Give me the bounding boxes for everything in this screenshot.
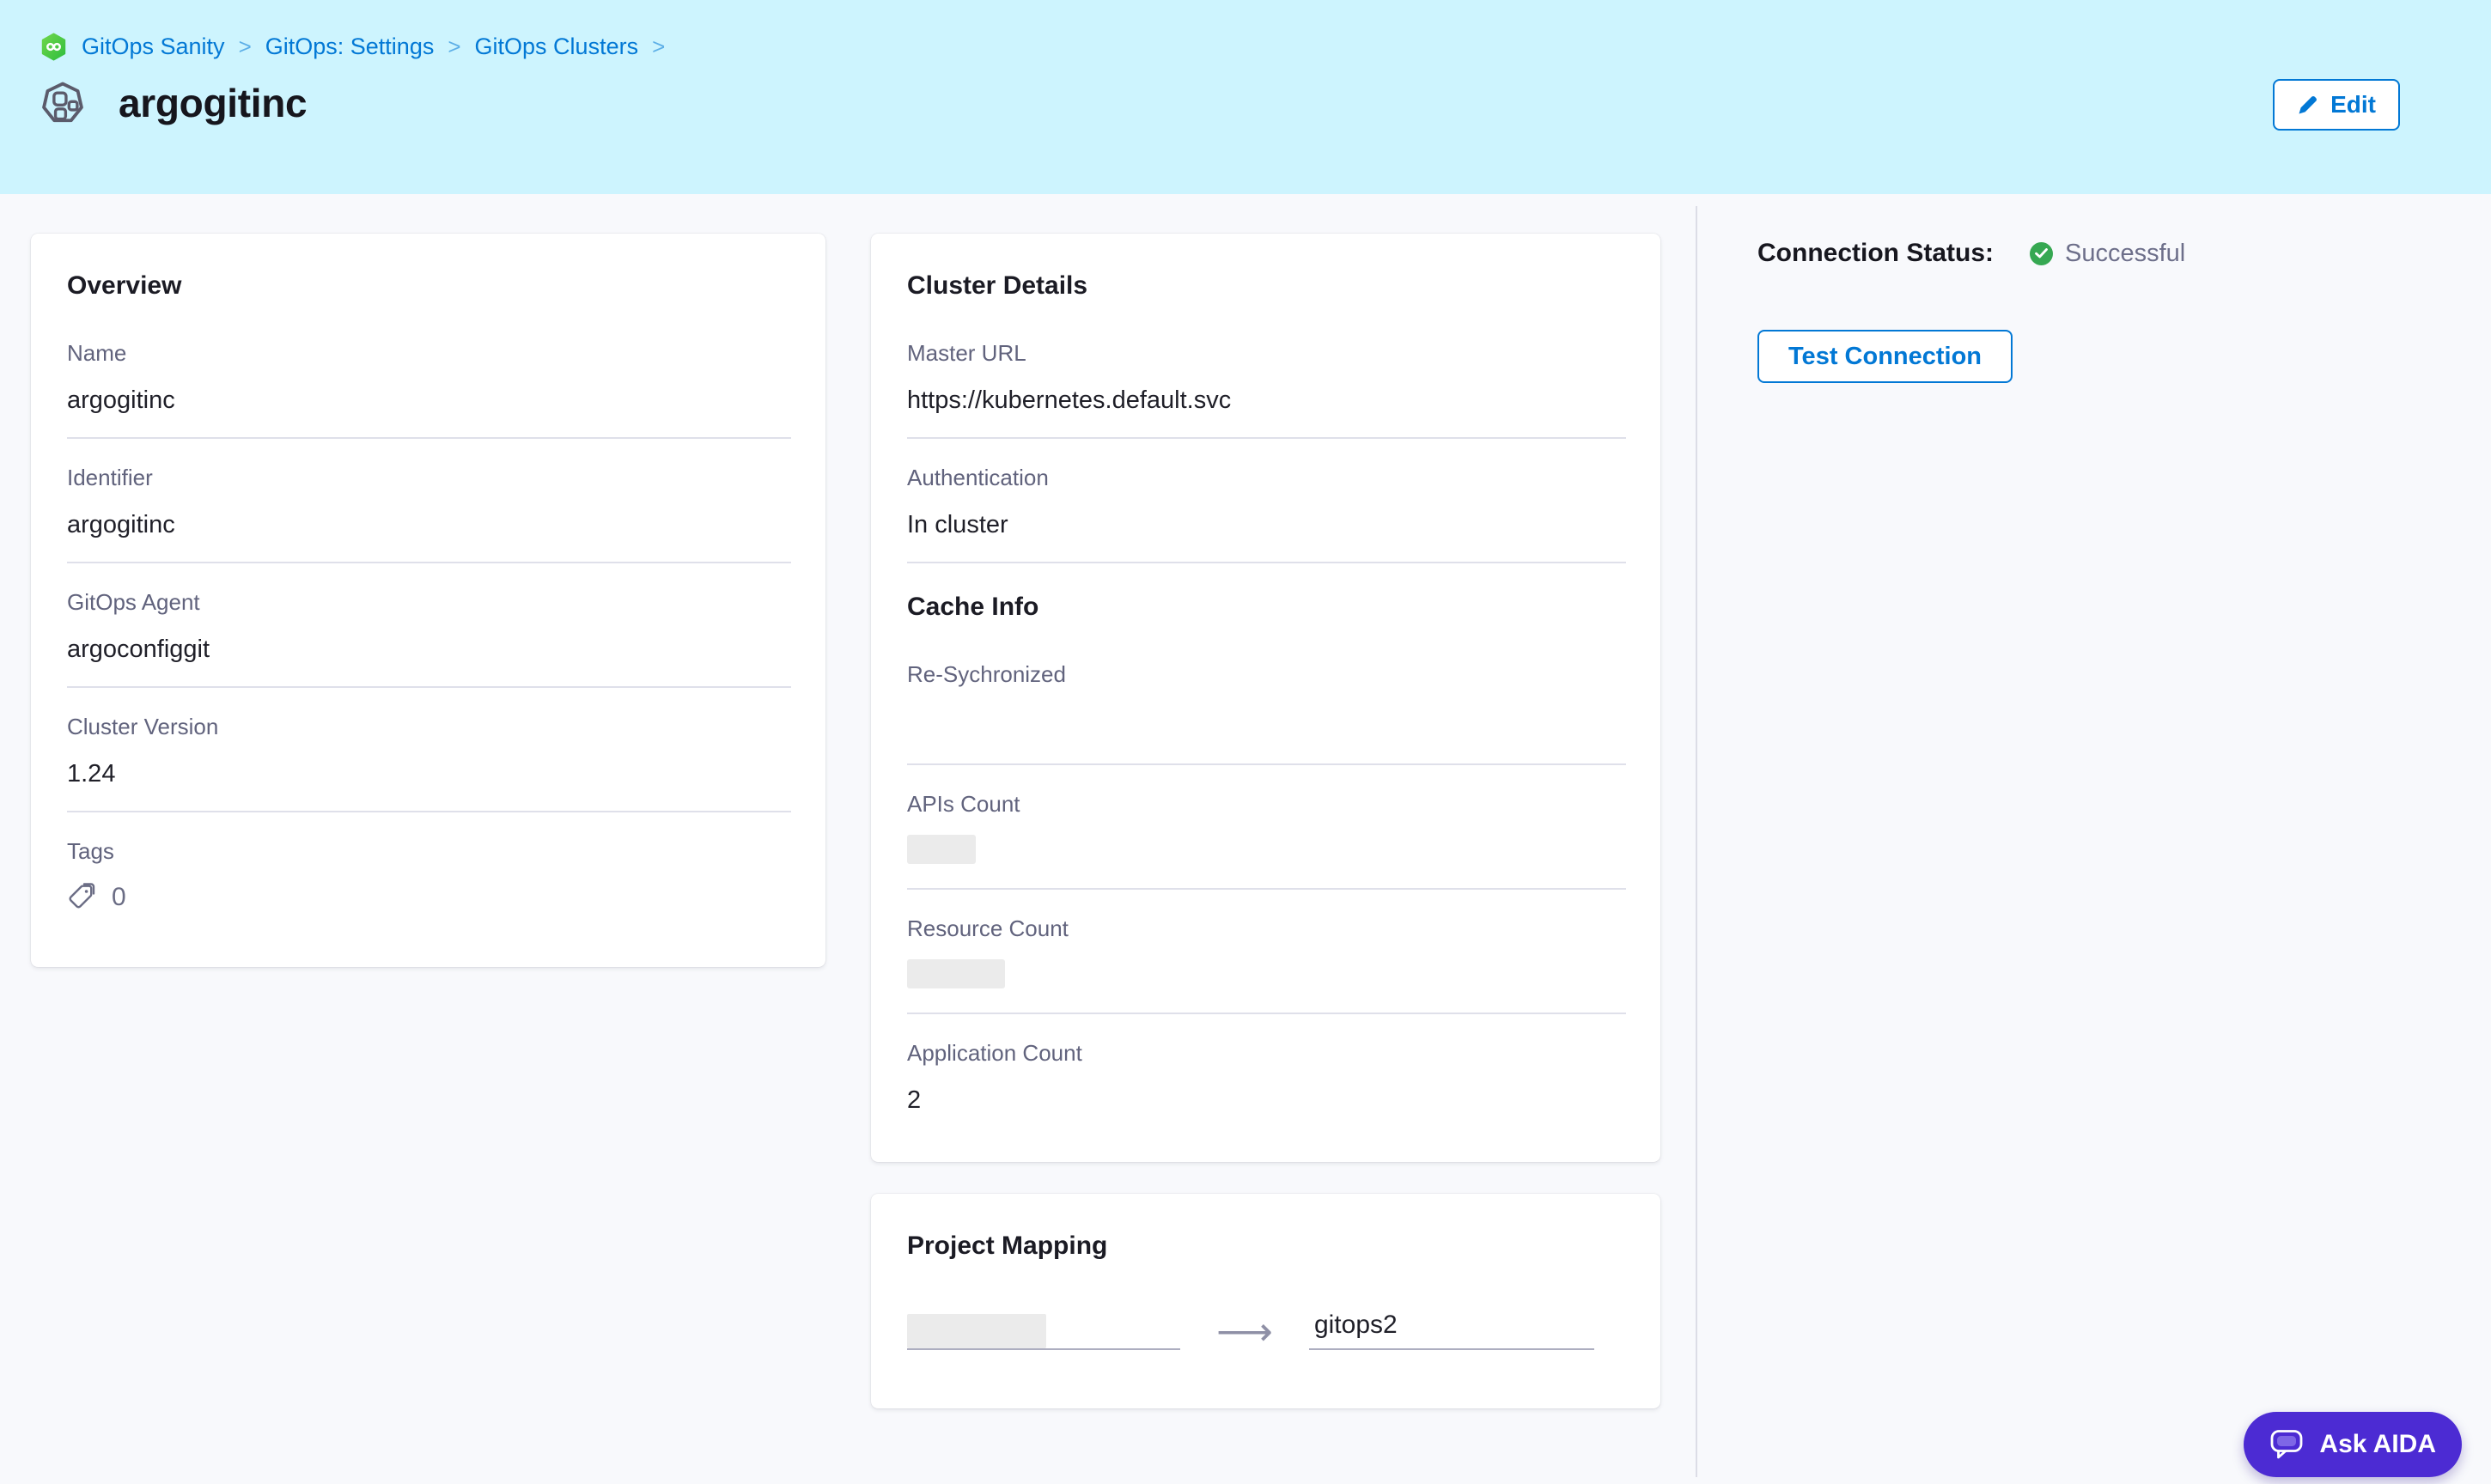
mapping-target-field[interactable]: gitops2	[1309, 1311, 1594, 1350]
overview-card: Overview Name argogitinc Identifier argo…	[31, 234, 825, 967]
field-value: 1.24	[67, 757, 791, 790]
connection-panel: Connection Status: Successful Test Conne…	[1757, 239, 2445, 383]
field-value	[907, 959, 1626, 992]
breadcrumb: GitOps Sanity > GitOps: Settings > GitOp…	[40, 0, 2491, 61]
field-resource-count: Resource Count	[907, 915, 1626, 1014]
edit-button[interactable]: Edit	[2273, 79, 2400, 131]
field-value-empty	[907, 705, 1626, 743]
field-label: APIs Count	[907, 791, 1626, 818]
field-label: Identifier	[67, 465, 791, 491]
edit-button-label: Edit	[2330, 91, 2376, 119]
title-row: argogitinc	[40, 80, 2491, 126]
field-divider	[67, 562, 791, 563]
field-label: Tags	[67, 838, 791, 865]
ask-aida-button[interactable]: Ask AIDA	[2244, 1412, 2462, 1477]
field-divider	[907, 1013, 1626, 1014]
field-application-count: Application Count 2	[907, 1040, 1626, 1116]
field-value: https://kubernetes.default.svc	[907, 384, 1626, 417]
ask-aida-label: Ask AIDA	[2319, 1430, 2436, 1459]
test-connection-button[interactable]: Test Connection	[1757, 330, 2013, 383]
field-cluster-version: Cluster Version 1.24	[67, 714, 791, 812]
field-tags: Tags 0	[67, 838, 791, 913]
field-divider	[907, 437, 1626, 439]
arrow-right-icon: ⟶	[1216, 1314, 1273, 1348]
resource-count-placeholder	[907, 959, 1005, 988]
cache-info-heading: Cache Info	[907, 593, 1626, 622]
overview-heading: Overview	[67, 271, 791, 301]
success-check-icon	[2030, 242, 2053, 265]
field-divider	[67, 811, 791, 812]
field-value: argoconfiggit	[67, 633, 791, 666]
field-label: Resource Count	[907, 915, 1626, 942]
field-value: argogitinc	[67, 384, 791, 417]
pencil-icon	[2297, 94, 2319, 116]
cluster-icon	[40, 80, 86, 126]
project-mapping-heading: Project Mapping	[907, 1232, 1626, 1261]
field-gitops-agent: GitOps Agent argoconfiggit	[67, 589, 791, 688]
breadcrumb-link-settings[interactable]: GitOps: Settings	[265, 33, 435, 60]
field-master-url: Master URL https://kubernetes.default.sv…	[907, 340, 1626, 439]
project-mapping-row: ⟶ gitops2	[907, 1311, 1626, 1350]
breadcrumb-separator: >	[448, 33, 460, 60]
breadcrumb-separator: >	[652, 33, 665, 60]
gitops-logo-icon	[40, 33, 68, 61]
apis-count-placeholder	[907, 835, 976, 864]
tags-count: 0	[112, 883, 126, 912]
field-label: Name	[67, 340, 791, 367]
breadcrumb-link-clusters[interactable]: GitOps Clusters	[475, 33, 639, 60]
field-value	[907, 835, 1626, 867]
field-name: Name argogitinc	[67, 340, 791, 439]
breadcrumb-separator: >	[239, 33, 252, 60]
field-label: Master URL	[907, 340, 1626, 367]
field-value: In cluster	[907, 508, 1626, 541]
field-label: Cluster Version	[67, 714, 791, 740]
page-header: GitOps Sanity > GitOps: Settings > GitOp…	[0, 0, 2491, 194]
field-label: Application Count	[907, 1040, 1626, 1067]
connection-status-row: Connection Status: Successful	[1757, 239, 2445, 268]
field-label: GitOps Agent	[67, 589, 791, 616]
page-title: argogitinc	[119, 80, 307, 126]
field-divider	[67, 686, 791, 688]
chat-bubble-icon	[2269, 1427, 2305, 1462]
content-vertical-divider	[1696, 206, 1697, 1477]
breadcrumb-link-project[interactable]: GitOps Sanity	[82, 33, 225, 60]
gitops-cluster-detail-page: GitOps Sanity > GitOps: Settings > GitOp…	[0, 0, 2491, 1484]
field-divider	[907, 763, 1626, 765]
tags-icon	[67, 882, 101, 913]
field-identifier: Identifier argogitinc	[67, 465, 791, 563]
connection-status-label: Connection Status:	[1757, 239, 1994, 268]
field-value: 2	[907, 1084, 1626, 1116]
mapping-source-field[interactable]	[907, 1311, 1180, 1350]
connection-status-value: Successful	[2065, 240, 2185, 268]
field-apis-count: APIs Count	[907, 791, 1626, 890]
cluster-details-card: Cluster Details Master URL https://kuber…	[871, 234, 1660, 1162]
field-divider	[907, 562, 1626, 563]
cluster-details-heading: Cluster Details	[907, 271, 1626, 301]
field-divider	[907, 888, 1626, 890]
field-authentication: Authentication In cluster	[907, 465, 1626, 563]
field-label: Authentication	[907, 465, 1626, 491]
field-value: argogitinc	[67, 508, 791, 541]
field-resynchronized: Re-Sychronized	[907, 661, 1626, 765]
field-label: Re-Sychronized	[907, 661, 1626, 688]
project-mapping-card: Project Mapping ⟶ gitops2	[871, 1194, 1660, 1408]
mapping-source-placeholder	[907, 1314, 1046, 1348]
tags-row: 0	[67, 882, 791, 913]
field-divider	[67, 437, 791, 439]
